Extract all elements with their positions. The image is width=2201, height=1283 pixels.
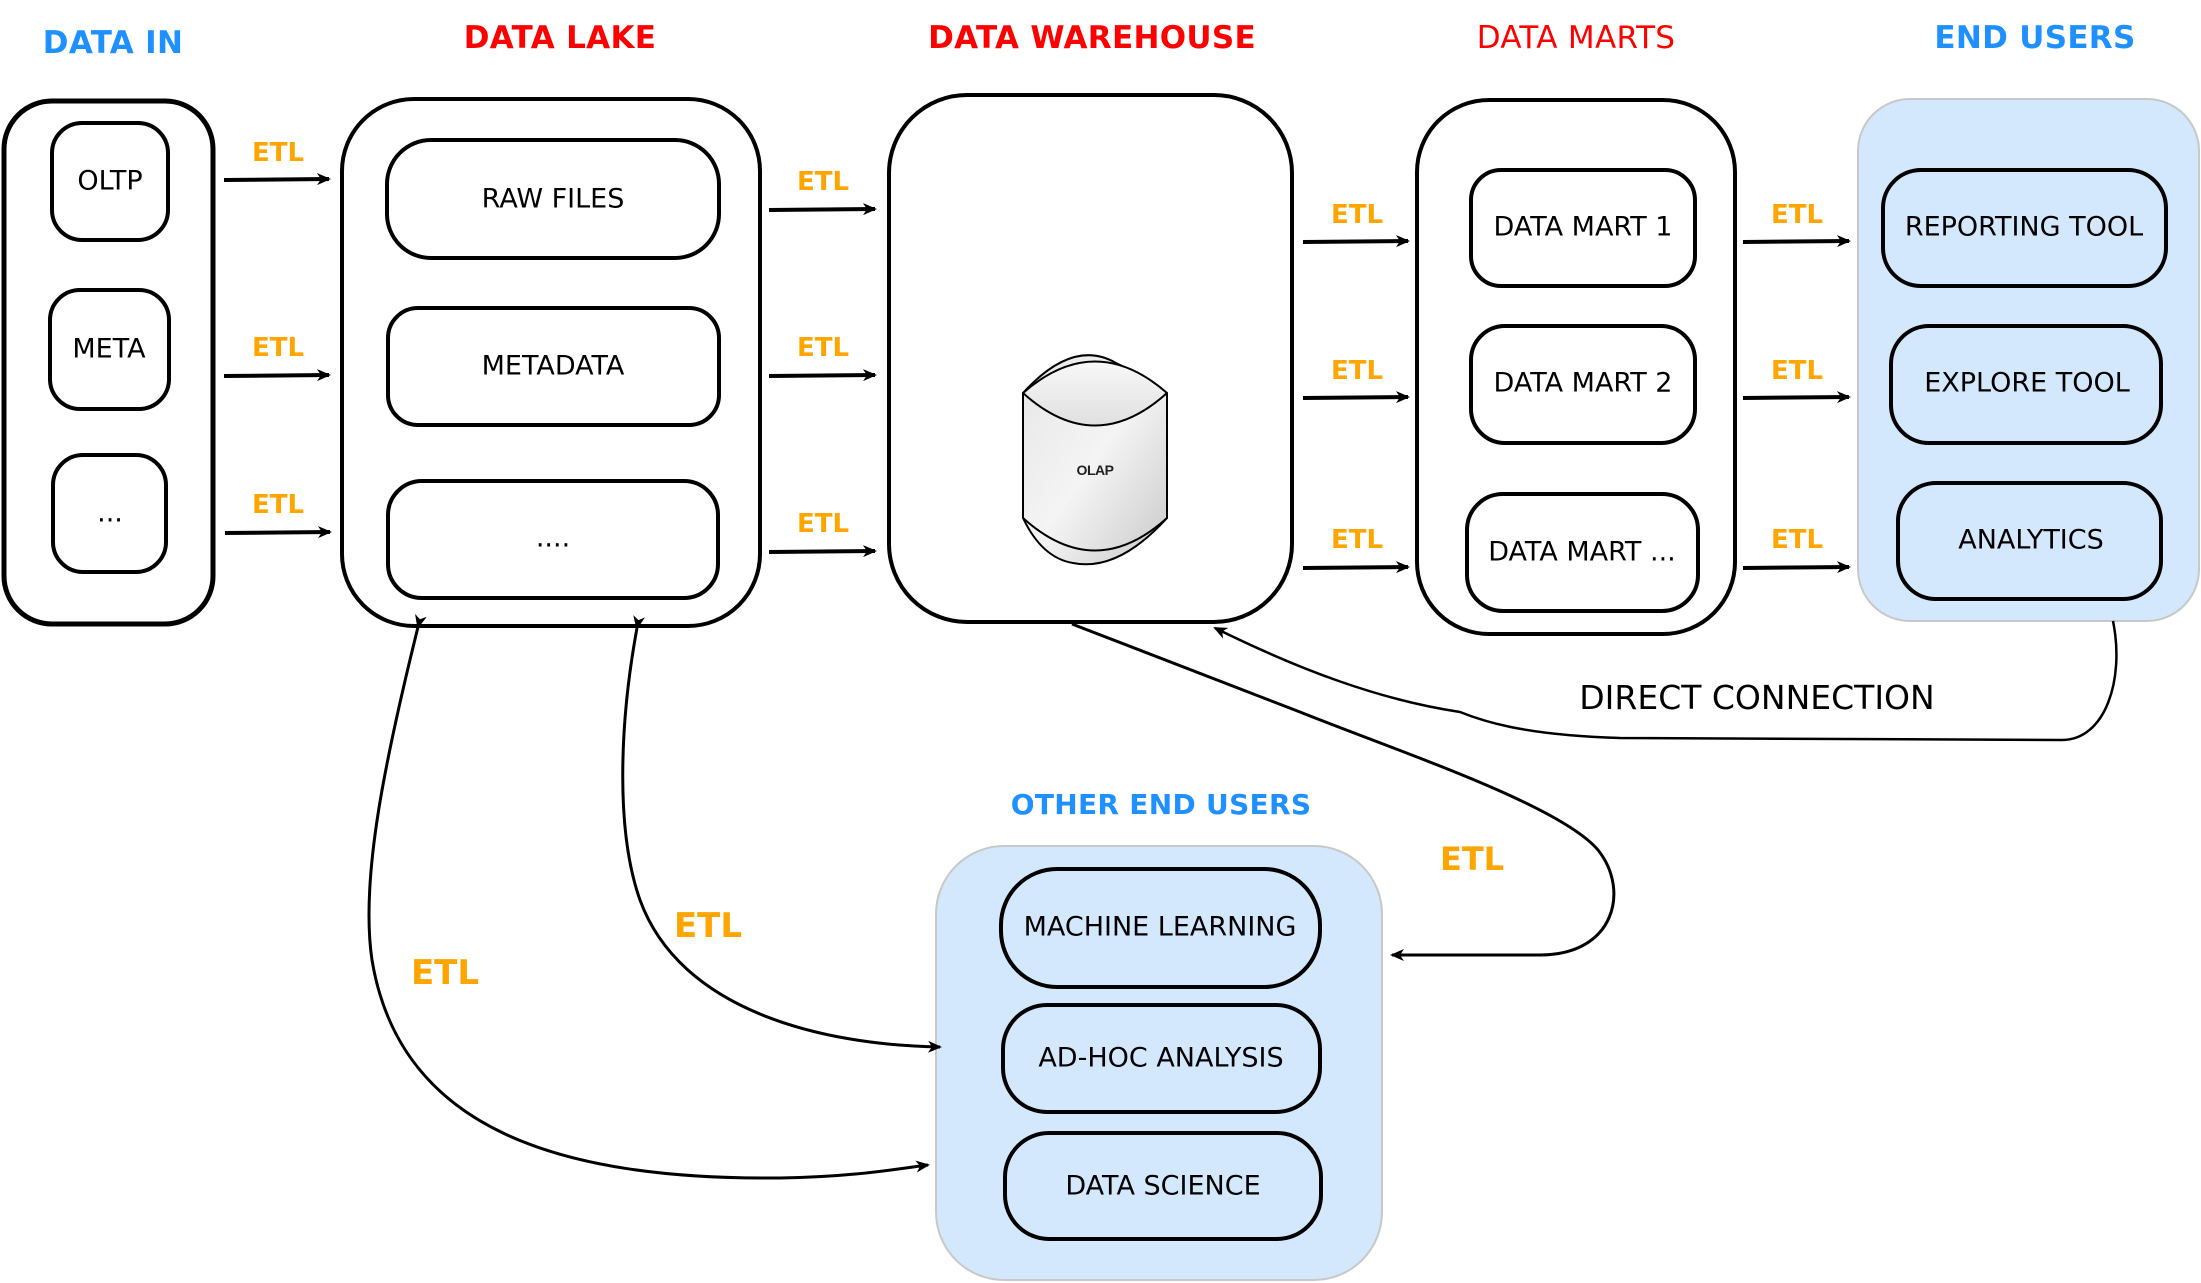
tool-label-explore: EXPLORE TOOL [1924, 367, 2130, 399]
etl-label: ETL [251, 333, 305, 363]
etl-label-warehouse-to-other: ETL [1439, 840, 1505, 878]
olap-label: OLAP [1076, 462, 1114, 478]
lake-label-metadata: METADATA [481, 350, 625, 382]
other-label-data-science: DATA SCIENCE [1065, 1170, 1261, 1202]
source-label-more: ... [97, 497, 123, 529]
etl-label: ETL [1770, 356, 1824, 386]
direct-connection-label: DIRECT CONNECTION [1579, 678, 1935, 717]
etl-label: ETL [1330, 356, 1384, 386]
tool-label-reporting: REPORTING TOOL [1904, 211, 2144, 243]
etl-label: ETL [796, 333, 850, 363]
source-label-meta: META [72, 333, 146, 365]
edge-oltp-to-lake[interactable] [223, 173, 331, 186]
etl-label: ETL [796, 167, 850, 197]
etl-label: ETL [1770, 200, 1824, 230]
tool-label-analytics: ANALYTICS [1958, 524, 2104, 556]
etl-label: ETL [1330, 200, 1384, 230]
edge-lake-to-warehouse-3[interactable] [768, 545, 877, 558]
etl-label-lake-to-datascience: ETL [410, 953, 480, 993]
etl-label: ETL [1770, 525, 1824, 555]
other-label-machine-learning: MACHINE LEARNING [1023, 911, 1297, 943]
etl-label-lake-to-adhoc: ETL [673, 906, 743, 946]
edge-warehouse-to-mart-1[interactable] [1302, 235, 1410, 248]
edge-lake-to-data-science[interactable] [367, 613, 930, 1180]
source-label-oltp: OLTP [77, 165, 143, 197]
etl-label: ETL [251, 490, 305, 520]
lake-label-raw-files: RAW FILES [481, 183, 625, 215]
etl-label: ETL [796, 509, 850, 539]
mart-label-more: DATA MART ... [1488, 536, 1676, 568]
edge-mart-2-to-explore[interactable] [1742, 391, 1851, 404]
data-warehouse-container [887, 93, 1294, 624]
lake-label-more: .... [535, 522, 571, 554]
other-label-adhoc-analysis: AD-HOC ANALYSIS [1038, 1042, 1284, 1074]
edge-lake-to-warehouse-1[interactable] [768, 203, 877, 216]
section-title-other-end-users: OTHER END USERS [1010, 788, 1312, 821]
mart-label-2: DATA MART 2 [1493, 367, 1673, 399]
database-cylinder-icon[interactable] [1022, 354, 1168, 566]
edge-lake-to-adhoc-analysis[interactable] [621, 615, 942, 1053]
edge-meta-to-lake[interactable] [223, 369, 331, 382]
edge-lake-to-warehouse-2[interactable] [768, 369, 877, 382]
etl-label: ETL [251, 138, 305, 168]
edge-mart-1-to-reporting[interactable] [1742, 235, 1851, 248]
section-title-data-lake: DATA LAKE [463, 20, 657, 56]
edge-more-to-lake[interactable] [224, 526, 332, 539]
section-title-data-warehouse: DATA WAREHOUSE [928, 20, 1256, 56]
mart-label-1: DATA MART 1 [1493, 211, 1673, 243]
section-title-end-users: END USERS [1934, 20, 2136, 56]
edge-mart-more-to-analytics[interactable] [1742, 561, 1851, 574]
edge-warehouse-to-mart-more[interactable] [1302, 561, 1410, 574]
architecture-diagram [1, 93, 2200, 1281]
edge-warehouse-to-mart-2[interactable] [1302, 391, 1410, 404]
section-title-data-marts: DATA MARTS [1476, 20, 1676, 56]
etl-label: ETL [1330, 525, 1384, 555]
section-title-data-in: DATA IN [42, 25, 184, 61]
